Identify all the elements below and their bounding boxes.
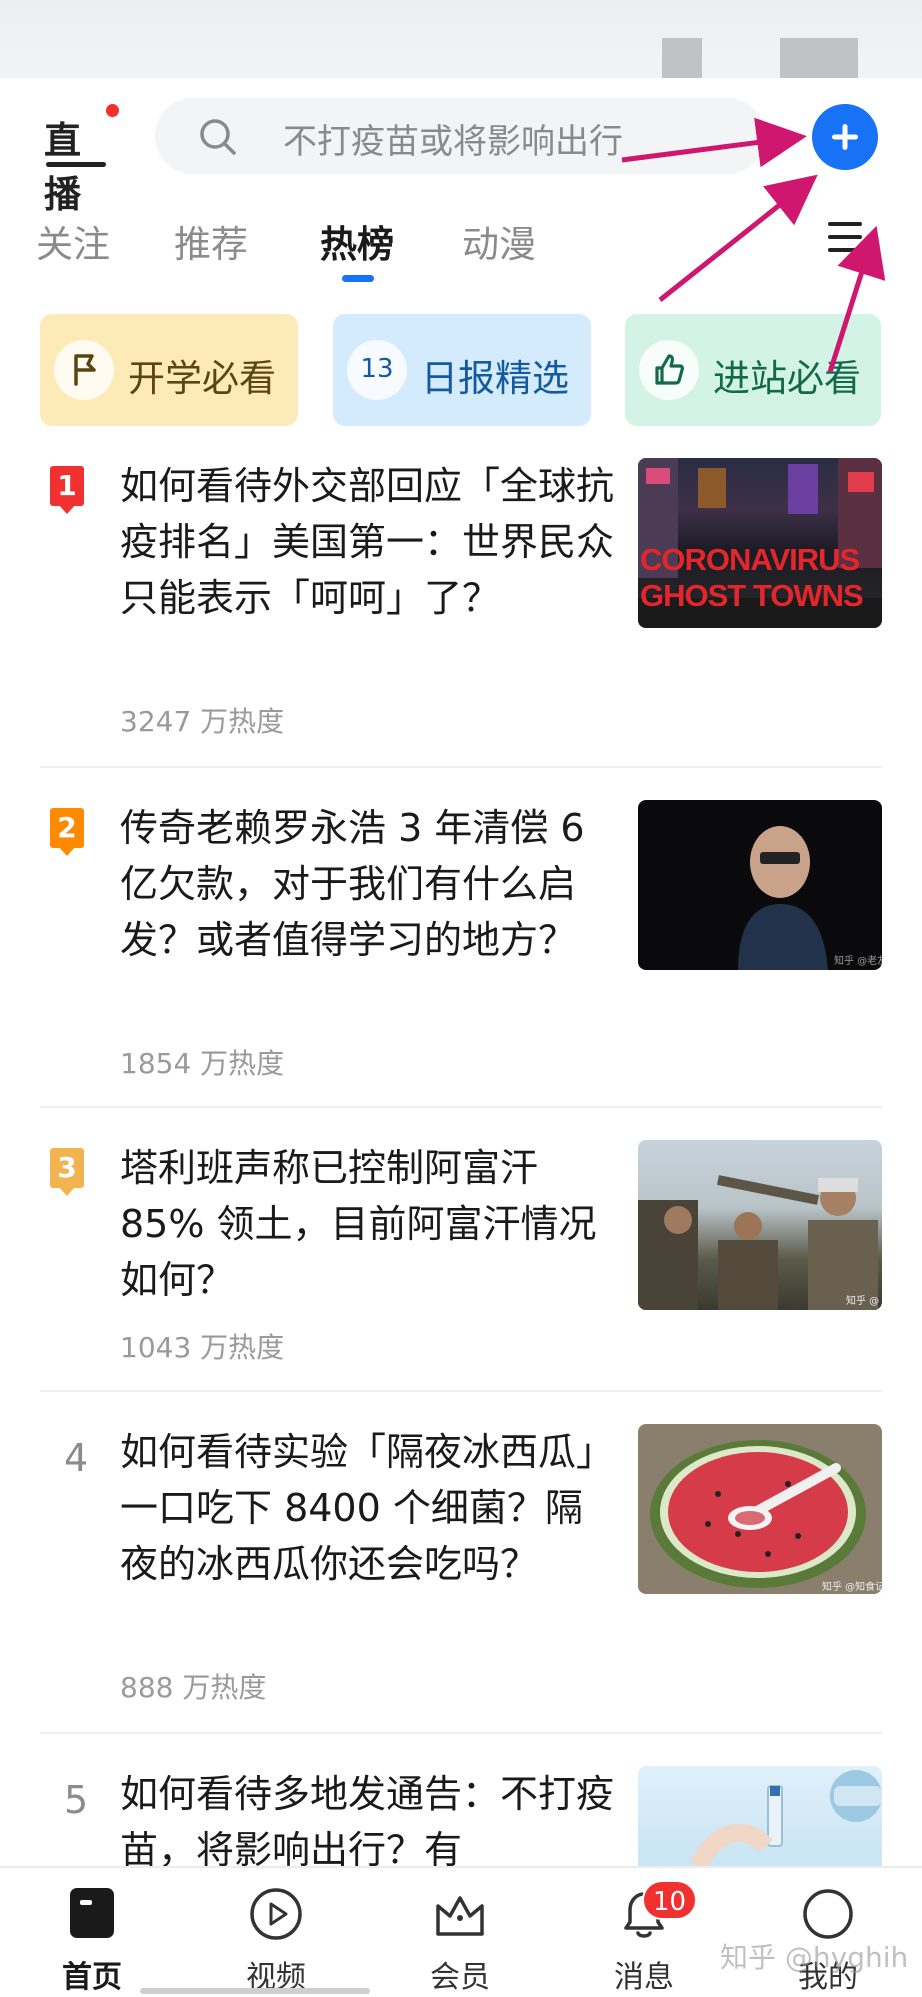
home-icon [70, 1888, 114, 1938]
heat-count: 1043 万热度 [120, 1331, 285, 1364]
rank-number: 4 [64, 1436, 89, 1480]
thumbnail-image[interactable] [638, 1766, 882, 1866]
speaker-portrait-image [738, 826, 828, 970]
nav-label: 首页 [62, 1960, 122, 1995]
nav-messages[interactable]: 10 消息 [584, 1868, 704, 1997]
watermelon-image [650, 1440, 866, 1588]
live-underline [46, 162, 106, 167]
status-battery-icon [780, 38, 858, 78]
live-notification-dot [106, 104, 119, 117]
hot-list-item-1[interactable]: 1 如何看待外交部回应「全球抗疫排名」美国第一：世界民众只能表示「呵呵」了？ 3… [40, 458, 882, 738]
thumbnail-caption: CORONAVIRUS [640, 542, 860, 577]
thumbnail-caption: 知乎 @知食记 [822, 1582, 882, 1593]
ask-question-button[interactable] [812, 104, 878, 170]
quick-card-daily-picks[interactable]: 13 日报精选 [333, 314, 591, 426]
home-indicator [140, 1988, 370, 1994]
rank-badge-1: 1 [50, 466, 90, 516]
rank-badge-3: 3 [50, 1148, 90, 1198]
quick-card-must-see[interactable]: 进站必看 [625, 314, 881, 426]
heat-count: 888 万热度 [120, 1671, 267, 1704]
list-divider [40, 1390, 882, 1392]
search-placeholder: 不打疫苗或将影响出行 [283, 122, 623, 162]
thumbnail-image[interactable]: 知乎 @ [638, 1140, 882, 1310]
quick-card-label: 日报精选 [421, 357, 569, 400]
thumbnail-image[interactable]: 知乎 @老友 [638, 800, 882, 970]
tab-follow[interactable]: 关注 [36, 214, 110, 268]
thumbnail-image[interactable]: 知乎 @知食记 [638, 1424, 882, 1594]
rank-number: 2 [50, 808, 84, 848]
quick-card-label: 开学必看 [128, 357, 276, 400]
tab-anime[interactable]: 动漫 [462, 214, 536, 268]
quick-card-label: 进站必看 [713, 357, 861, 400]
rank-number: 1 [50, 466, 84, 506]
nav-video[interactable]: 视频 [216, 1868, 336, 1997]
hot-list-item-3[interactable]: 3 塔利班声称已控制阿富汗 85% 领土，目前阿富汗情况如何？ 1043 万热度… [40, 1140, 882, 1370]
plus-icon [832, 124, 858, 150]
tab-hot-list[interactable]: 热榜 [320, 214, 394, 268]
nav-label: 会员 [430, 1960, 490, 1995]
rank-badge-2: 2 [50, 808, 90, 858]
item-title[interactable]: 如何看待多地发通告：不打疫苗，将影响出行？有 [120, 1766, 620, 1866]
nav-home[interactable]: 首页 [32, 1868, 152, 1997]
list-divider [40, 766, 882, 768]
thumbnail-caption: GHOST TOWNS [640, 578, 864, 613]
hot-list-item-2[interactable]: 2 传奇老赖罗永浩 3 年清偿 6 亿欠款，对于我们有什么启发？或者值得学习的地… [40, 800, 882, 1080]
heat-count: 3247 万热度 [120, 705, 285, 738]
active-tab-indicator [342, 275, 374, 282]
nav-profile[interactable]: 我的 [768, 1868, 888, 1997]
flag-icon [54, 340, 114, 400]
rank-badge-4: 4 [50, 1432, 90, 1482]
bottom-navigation: 首页 视频 会员 10 消息 我的 [0, 1866, 922, 1997]
search-input[interactable]: 不打疫苗或将影响出行 [155, 98, 765, 174]
thumbnail-caption: 知乎 @老友 [834, 956, 882, 967]
play-icon [250, 1888, 302, 1940]
nav-label: 消息 [614, 1960, 674, 1995]
search-icon [200, 119, 236, 155]
thumbnail-image[interactable]: CORONAVIRUS GHOST TOWNS [638, 458, 882, 628]
quick-card-back-to-school[interactable]: 开学必看 [40, 314, 298, 426]
rank-badge-5: 5 [50, 1774, 90, 1824]
rank-number: 3 [50, 1148, 84, 1188]
status-bar [0, 0, 922, 78]
menu-icon[interactable] [828, 218, 864, 256]
rank-number: 5 [64, 1778, 89, 1822]
list-divider [40, 1106, 882, 1108]
daily-calendar-icon: 13 [347, 340, 407, 400]
tab-recommend[interactable]: 推荐 [174, 214, 248, 268]
hot-list-item-5[interactable]: 5 如何看待多地发通告：不打疫苗，将影响出行？有 [40, 1766, 882, 1866]
hot-list-item-4[interactable]: 4 如何看待实验「隔夜冰西瓜」一口吃下 8400 个细菌？隔夜的冰西瓜你还会吃吗… [40, 1424, 882, 1704]
arrow-to-plus-lower [658, 174, 818, 302]
profile-icon [803, 1889, 853, 1939]
thumbnail-caption: 知乎 @ [846, 1296, 880, 1307]
item-title[interactable]: 如何看待外交部回应「全球抗疫排名」美国第一：世界民众只能表示「呵呵」了？ [120, 458, 620, 626]
vaccine-image [689, 1770, 882, 1866]
status-signal-icon [662, 38, 702, 78]
armed-group-image [638, 1175, 878, 1310]
calendar-icon-text: 13 [360, 354, 394, 384]
nav-membership[interactable]: 会员 [400, 1868, 520, 1997]
crown-icon [436, 1896, 484, 1936]
item-title[interactable]: 传奇老赖罗永浩 3 年清偿 6 亿欠款，对于我们有什么启发？或者值得学习的地方？ [120, 800, 620, 968]
item-title[interactable]: 塔利班声称已控制阿富汗 85% 领土，目前阿富汗情况如何？ [120, 1140, 620, 1308]
list-divider [40, 1732, 882, 1734]
live-button[interactable]: 直播 [44, 104, 119, 216]
watermark: 知乎 @hyghih [720, 1941, 909, 1974]
thumbs-up-icon [639, 340, 699, 400]
message-count-badge: 10 [642, 1880, 698, 1920]
item-title[interactable]: 如何看待实验「隔夜冰西瓜」一口吃下 8400 个细菌？隔夜的冰西瓜你还会吃吗？ [120, 1424, 620, 1592]
heat-count: 1854 万热度 [120, 1047, 285, 1080]
